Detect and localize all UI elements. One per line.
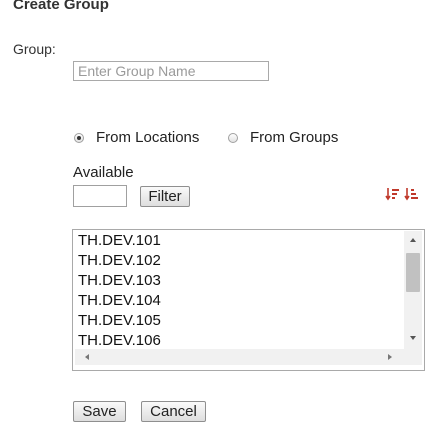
sort-ascending-icon[interactable] [404,186,420,202]
cancel-button[interactable]: Cancel [141,401,206,422]
sort-descending-icon[interactable] [385,186,401,202]
save-button[interactable]: Save [73,401,126,422]
horizontal-scrollbar[interactable] [75,349,404,365]
available-list[interactable]: TH.DEV.101 TH.DEV.102 TH.DEV.103 TH.DEV.… [72,229,425,371]
radio-from-groups-label: From Groups [250,129,339,146]
radio-from-locations-label: From Locations [96,129,200,146]
sort-controls [385,186,420,202]
list-item[interactable]: TH.DEV.101 [75,231,404,251]
scroll-up-icon[interactable] [410,238,416,242]
vertical-scrollbar[interactable] [404,231,422,349]
list-item[interactable]: TH.DEV.103 [75,271,404,291]
scrollbar-thumb[interactable] [406,253,420,292]
radio-from-groups-control[interactable] [228,132,238,143]
available-label: Available [73,164,134,181]
list-item[interactable]: TH.DEV.106 [75,331,404,349]
radio-from-groups[interactable]: From Groups [228,129,338,146]
radio-from-locations-control[interactable] [74,132,84,143]
scroll-down-icon[interactable] [410,336,416,340]
list-item[interactable]: TH.DEV.102 [75,251,404,271]
filter-button[interactable]: Filter [140,186,190,207]
scroll-right-icon[interactable] [388,354,392,360]
create-group-dialog: Create Group Group: From Locations From … [0,0,439,435]
radio-from-locations[interactable]: From Locations [74,129,199,146]
page-title: Create Group [13,0,109,13]
group-name-input[interactable] [73,61,269,81]
list-item[interactable]: TH.DEV.105 [75,311,404,331]
list-item[interactable]: TH.DEV.104 [75,291,404,311]
group-label: Group: [13,41,56,57]
scrollbar-corner [404,349,422,365]
available-list-items: TH.DEV.101 TH.DEV.102 TH.DEV.103 TH.DEV.… [75,231,404,349]
filter-input[interactable] [73,185,127,207]
scroll-left-icon[interactable] [85,354,89,360]
